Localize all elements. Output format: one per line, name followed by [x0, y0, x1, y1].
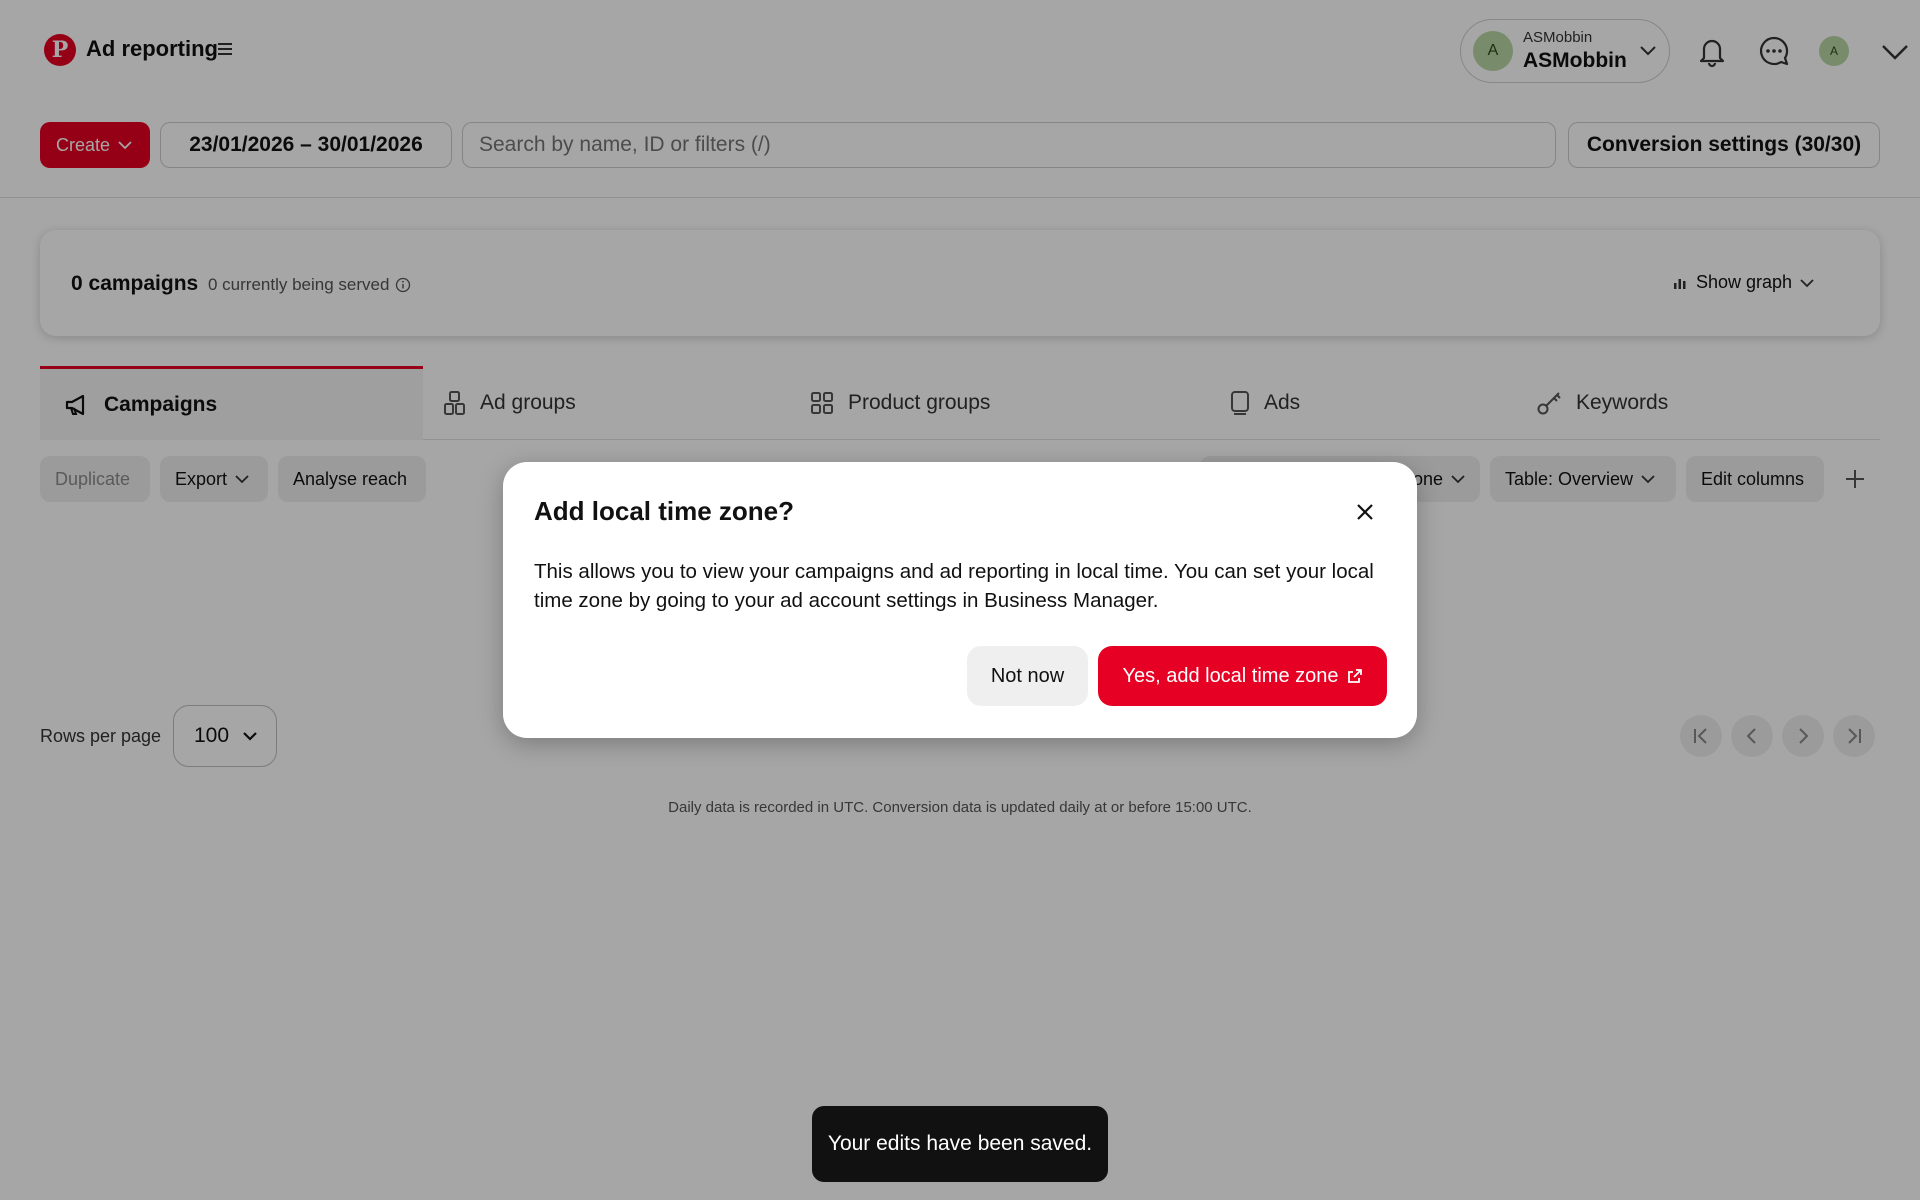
local-time-zone-dialog: Add local time zone? This allows you to … — [503, 462, 1417, 738]
add-local-time-zone-label: Yes, add local time zone — [1122, 664, 1339, 687]
close-icon — [1357, 504, 1373, 520]
saved-toast: Your edits have been saved. — [812, 1106, 1108, 1182]
external-link-icon — [1347, 669, 1362, 683]
not-now-button[interactable]: Not now — [967, 646, 1088, 706]
dialog-body: This allows you to view your campaigns a… — [534, 560, 1374, 612]
app-root: P Ad reporting A ASMobbin ASMobbin A Cre… — [0, 0, 1920, 1200]
modal-backdrop[interactable]: Add local time zone? This allows you to … — [0, 0, 1920, 1200]
close-button[interactable] — [1347, 494, 1383, 530]
dialog-title: Add local time zone? — [534, 496, 795, 526]
add-local-time-zone-button[interactable]: Yes, add local time zone — [1098, 646, 1387, 706]
